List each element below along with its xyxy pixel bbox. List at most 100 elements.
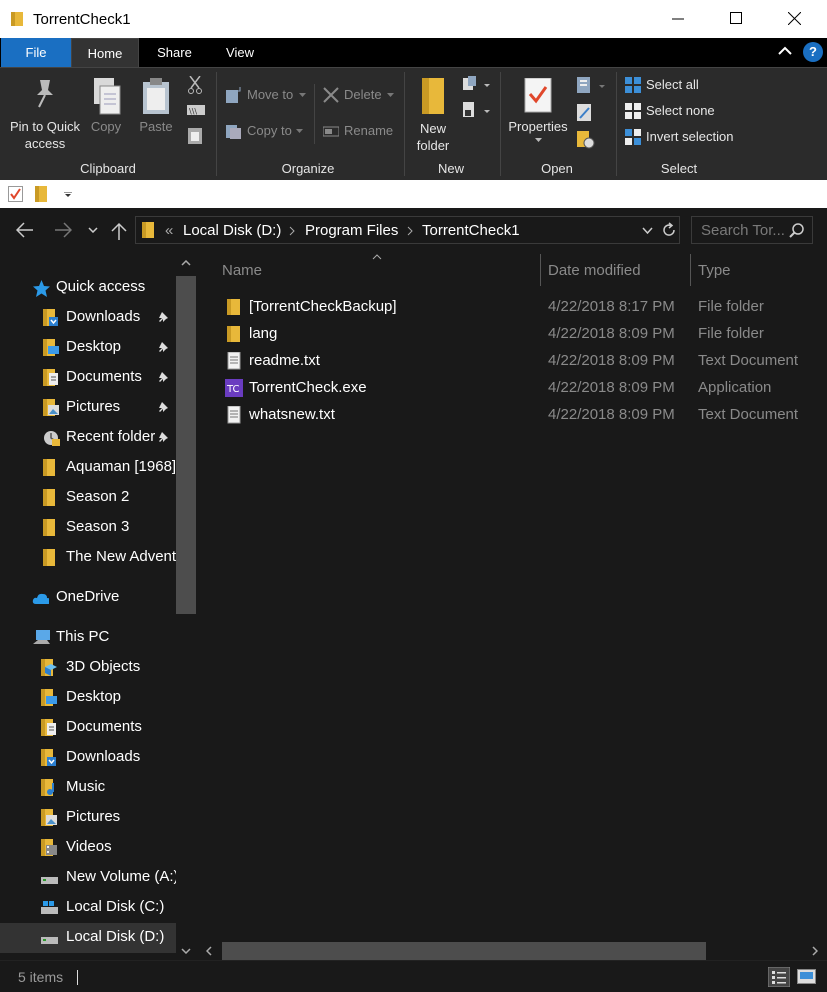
help-button[interactable]: ? [803,42,823,62]
sidebar-item-pc-5[interactable]: Pictures [0,803,176,833]
sidebar-item-label: Desktop [66,688,122,705]
up-arrow-icon[interactable] [111,222,127,240]
copy-button[interactable]: Copy [88,78,124,135]
tab-file[interactable]: File [1,38,71,67]
column-name[interactable]: Name [222,262,262,279]
star-icon [33,280,50,297]
scroll-up-icon[interactable] [181,260,191,266]
scroll-right-icon[interactable] [812,946,818,956]
file-row[interactable]: readme.txt 4/22/2018 8:09 PM Text Document [200,348,827,375]
sidebar-item-pc-4[interactable]: Music [0,773,176,803]
pin-icon[interactable] [158,312,170,324]
delete-button[interactable]: Delete [323,85,395,105]
sidebar-item-quick-5[interactable]: Aquaman [1968] [0,453,176,483]
easy-access-icon[interactable] [463,102,491,118]
details-view-icon[interactable] [768,967,790,987]
breadcrumb-torrentcheck1[interactable]: TorrentCheck1 [422,222,520,239]
new-folder-button[interactable]: New folder [413,78,453,154]
sidebar-item-quick-2[interactable]: Documents [0,363,176,393]
new-item-icon[interactable] [463,76,491,92]
sidebar-item-pc-9[interactable]: Local Disk (D:) [0,923,176,953]
address-bar[interactable]: « Local Disk (D:) Program Files TorrentC… [135,216,680,244]
properties-button[interactable]: Properties [505,78,571,142]
scroll-down-icon[interactable] [181,948,191,954]
forward-arrow-icon[interactable] [54,222,72,238]
select-all-button[interactable]: Select all [625,75,735,95]
sidebar-item-pc-7[interactable]: New Volume (A:) [0,863,179,893]
scroll-left-icon[interactable] [206,946,212,956]
recent-locations-chevron-icon[interactable] [88,227,98,233]
copy-path-icon[interactable]: \\\ [187,103,205,117]
large-icons-view-icon[interactable] [797,969,817,985]
properties-icon[interactable] [8,186,24,202]
pin-icon[interactable] [158,342,170,354]
file-row[interactable]: [TorrentCheckBackup] 4/22/2018 8:17 PM Fil… [200,294,827,321]
sidebar-item-label: Aquaman [1968] [66,458,177,475]
search-input[interactable]: Search Tor... [701,222,785,239]
copy-to-button[interactable]: Copy to [226,121,310,141]
close-button[interactable] [766,0,824,38]
breadcrumb-local-disk-d[interactable]: Local Disk (D:) [183,222,281,239]
collapse-ribbon-icon[interactable] [778,45,792,55]
nav-quick-access[interactable]: Quick access [0,273,176,303]
file-row[interactable]: TC TorrentCheck.exe 4/22/2018 8:09 PM Appli… [200,375,827,402]
tab-view[interactable]: View [210,38,270,67]
minimize-button[interactable] [650,0,708,38]
navigation-scrollbar[interactable] [176,252,196,960]
sidebar-item-pc-8[interactable]: Local Disk (C:) [0,893,176,923]
sidebar-item-quick-3[interactable]: Pictures [0,393,176,423]
maximize-button[interactable] [708,0,766,38]
sidebar-item-quick-1[interactable]: Desktop [0,333,176,363]
cut-icon[interactable] [187,76,203,94]
documents-folder-icon [41,719,56,736]
customize-toolbar-icon[interactable] [64,192,72,198]
back-arrow-icon[interactable] [16,222,34,238]
paste-button[interactable]: Paste [137,78,175,135]
ribbon-divider [500,72,501,176]
column-divider[interactable] [540,254,541,286]
sidebar-item-quick-7[interactable]: Season 3 [0,513,176,543]
open-icon[interactable] [577,77,607,95]
refresh-icon[interactable] [661,222,677,238]
column-type[interactable]: Type [698,262,731,279]
rename-button[interactable]: Rename [323,121,395,141]
breadcrumb-program-files[interactable]: Program Files [305,222,398,239]
column-date-modified[interactable]: Date modified [548,262,641,279]
sidebar-item-quick-8[interactable]: The New Advent [0,543,176,573]
nav-this-pc[interactable]: This PC [0,623,176,653]
history-icon[interactable] [577,131,595,149]
sidebar-item-pc-3[interactable]: Downloads [0,743,176,773]
pin-to-quick-access-button[interactable]: Pin to Quick access [6,78,84,152]
sidebar-item-quick-4[interactable]: Recent folder [0,423,176,453]
search-icon[interactable] [789,223,804,238]
sidebar-item-quick-6[interactable]: Season 2 [0,483,176,513]
select-none-button[interactable]: Select none [625,101,735,121]
sidebar-item-pc-2[interactable]: Documents [0,713,176,743]
sidebar-item-pc-1[interactable]: Desktop [0,683,176,713]
column-divider[interactable] [690,254,691,286]
sidebar-item-quick-0[interactable]: Downloads [0,303,176,333]
file-row[interactable]: whatsnew.txt 4/22/2018 8:09 PM Text Docume… [200,402,827,429]
breadcrumb-overflow[interactable]: « [165,222,173,239]
sidebar-item-pc-6[interactable]: Videos [0,833,176,863]
nav-onedrive[interactable]: OneDrive [0,583,176,613]
tab-share[interactable]: Share [139,38,210,67]
pin-icon[interactable] [158,432,170,444]
file-list-horizontal-scrollbar[interactable] [200,942,827,960]
window-title: TorrentCheck1 [33,11,131,28]
edit-icon[interactable] [577,104,593,122]
pin-icon[interactable] [158,402,170,414]
sidebar-item-pc-0[interactable]: 3D Objects [0,653,176,683]
scrollbar-thumb[interactable] [176,276,196,614]
folder-icon [142,222,154,238]
search-box[interactable]: Search Tor... [691,216,813,244]
tab-home[interactable]: Home [71,38,139,67]
paste-shortcut-icon[interactable] [188,126,202,144]
scrollbar-thumb[interactable] [222,942,706,960]
new-folder-icon[interactable] [35,186,47,202]
address-history-chevron-icon[interactable] [642,227,653,234]
invert-selection-button[interactable]: Invert selection [625,127,743,147]
file-row[interactable]: lang 4/22/2018 8:09 PM File folder [200,321,827,348]
pin-icon[interactable] [158,372,170,384]
move-to-button[interactable]: Move to [226,85,310,105]
